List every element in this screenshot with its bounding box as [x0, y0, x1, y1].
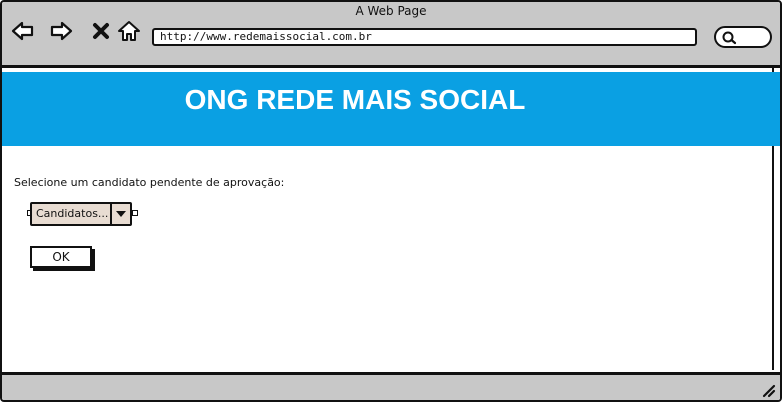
browser-toolbar: A Web Page http://www.redemaissocial.com… — [2, 2, 780, 68]
back-button[interactable] — [10, 18, 36, 44]
candidate-select[interactable]: Candidatos... — [30, 202, 132, 226]
site-title: ONG REDE MAIS SOCIAL — [184, 84, 526, 115]
search-icon — [722, 31, 737, 45]
search-input[interactable] — [714, 26, 772, 48]
home-icon — [118, 21, 140, 41]
ok-button[interactable]: OK — [30, 246, 92, 268]
forward-button[interactable] — [48, 18, 74, 44]
status-bar — [2, 372, 780, 400]
select-prompt: Selecione um candidato pendente de aprov… — [14, 176, 285, 189]
browser-window: A Web Page http://www.redemaissocial.com… — [0, 0, 782, 402]
resize-grip-icon[interactable] — [760, 382, 776, 398]
dropdown-button[interactable] — [110, 204, 130, 224]
chevron-down-icon — [116, 211, 126, 217]
stop-button[interactable] — [88, 18, 114, 44]
window-title: A Web Page — [355, 4, 427, 18]
url-input[interactable]: http://www.redemaissocial.com.br — [152, 28, 697, 46]
forward-arrow-icon — [50, 21, 73, 41]
select-value: Candidatos... — [36, 207, 109, 220]
home-button[interactable] — [116, 18, 142, 44]
close-x-icon — [93, 23, 109, 39]
select-right-handle — [132, 210, 138, 216]
back-arrow-icon — [11, 21, 34, 41]
